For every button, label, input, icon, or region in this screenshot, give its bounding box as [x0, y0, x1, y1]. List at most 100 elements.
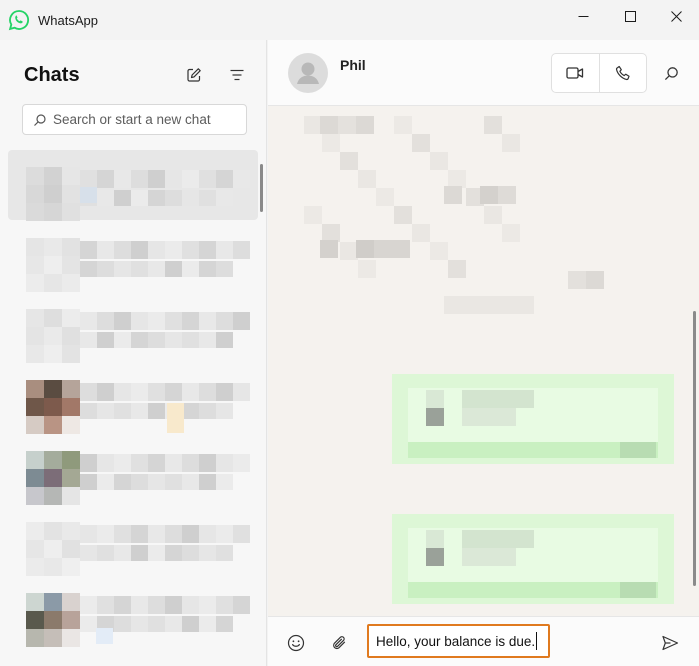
chat-list-item[interactable] [8, 434, 258, 505]
messages-scrollbar[interactable] [693, 311, 696, 586]
whatsapp-logo-icon [8, 10, 30, 31]
blurred-block [199, 525, 216, 543]
filter-icon [230, 69, 244, 81]
app-title: WhatsApp [38, 13, 98, 28]
contact-avatar[interactable] [288, 53, 328, 93]
blurred-block [62, 416, 80, 434]
chat-list-item[interactable] [8, 576, 258, 647]
blurred-block [484, 206, 502, 224]
blurred-block [199, 616, 216, 632]
blurred-block [199, 596, 216, 614]
filter-button[interactable] [224, 62, 250, 88]
chat-list-item[interactable] [8, 292, 258, 363]
blurred-block [62, 593, 80, 611]
voice-call-button[interactable] [598, 54, 646, 92]
blurred-block [165, 383, 182, 401]
blurred-block [26, 522, 44, 540]
blurred-block [97, 596, 114, 614]
blurred-block [199, 261, 216, 277]
new-chat-button[interactable] [181, 62, 207, 88]
chat-list-item[interactable] [8, 505, 258, 576]
maximize-button[interactable] [607, 0, 653, 32]
blurred-block [26, 238, 44, 256]
blurred-block [114, 312, 131, 330]
blurred-block [80, 403, 97, 419]
blurred-block [165, 616, 182, 632]
blurred-block [444, 186, 462, 204]
blurred-block [480, 186, 498, 204]
attach-icon [333, 636, 346, 650]
blurred-block [26, 611, 44, 629]
blurred-block [182, 190, 199, 206]
blurred-block [199, 454, 216, 472]
blurred-block [97, 241, 114, 259]
chat-search-box[interactable] [22, 104, 247, 135]
blurred-block [148, 403, 165, 419]
blurred-block [165, 596, 182, 614]
blurred-block [114, 261, 131, 277]
blurred-block [97, 332, 114, 348]
conversation-search-button[interactable] [658, 60, 684, 86]
chat-list-item[interactable] [8, 150, 258, 221]
blurred-block [26, 416, 44, 434]
blurred-block [80, 170, 97, 188]
blurred-block [165, 454, 182, 472]
blurred-block [131, 332, 148, 348]
blurred-block [462, 408, 516, 426]
blurred-block [322, 134, 340, 152]
blurred-block [62, 540, 80, 558]
blurred-block [80, 187, 97, 203]
blurred-block [216, 525, 233, 543]
chat-search-input[interactable] [53, 112, 233, 127]
blurred-block [131, 525, 148, 543]
blurred-block [62, 345, 80, 363]
message-input[interactable]: Hello, your balance is due. [367, 624, 550, 658]
message-input-text: Hello, your balance is due. [376, 633, 536, 649]
blurred-block [26, 398, 44, 416]
chat-list-item[interactable] [8, 363, 258, 434]
minimize-button[interactable] [560, 0, 606, 32]
video-call-button[interactable] [552, 54, 599, 92]
blurred-block [216, 332, 233, 348]
chat-list-item[interactable] [8, 221, 258, 292]
emoji-icon [287, 634, 305, 652]
blurred-block [62, 256, 80, 274]
blurred-block [148, 596, 165, 614]
close-icon [670, 10, 682, 22]
blurred-block [216, 190, 233, 206]
blurred-block [426, 390, 444, 408]
send-button[interactable] [656, 629, 684, 657]
text-caret [536, 632, 538, 650]
blurred-block [484, 116, 502, 134]
blurred-block [62, 451, 80, 469]
message-area [268, 106, 699, 616]
blurred-block [97, 525, 114, 543]
blurred-block [44, 203, 62, 221]
blurred-block [216, 383, 233, 401]
blurred-block [26, 185, 44, 203]
call-buttons [551, 53, 647, 93]
blurred-block [131, 190, 148, 206]
blurred-block [131, 545, 148, 561]
blurred-block [426, 408, 444, 426]
blurred-block [233, 241, 250, 259]
sidebar-scrollbar[interactable] [260, 164, 263, 212]
blurred-block [44, 309, 62, 327]
contact-name[interactable]: Phil [340, 57, 366, 73]
composer: Hello, your balance is due. [268, 616, 699, 666]
blurred-block [97, 474, 114, 490]
blurred-block [430, 242, 448, 260]
emoji-button[interactable] [282, 629, 310, 657]
attach-button[interactable] [326, 629, 354, 657]
blurred-block [44, 593, 62, 611]
blurred-block [233, 596, 250, 614]
blurred-block [233, 170, 250, 188]
conversation-header: Phil [268, 40, 699, 106]
blurred-block [426, 548, 444, 566]
blurred-block [199, 190, 216, 206]
blurred-block [131, 454, 148, 472]
close-button[interactable] [653, 0, 699, 32]
blurred-block [462, 390, 534, 408]
blurred-block [216, 241, 233, 259]
avatar-icon [297, 62, 319, 84]
